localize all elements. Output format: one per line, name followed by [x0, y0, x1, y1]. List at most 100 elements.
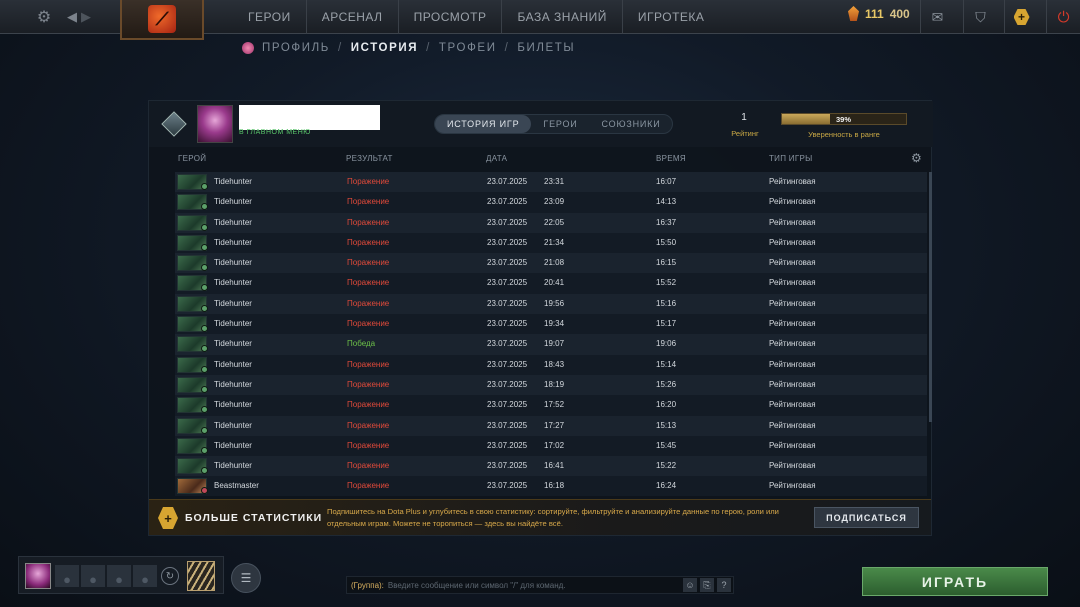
rank-confidence-fill: [782, 114, 831, 124]
dota-plus-button[interactable]: +: [1004, 0, 1038, 34]
nav-arcade[interactable]: ИГРОТЕКА: [623, 0, 720, 34]
match-hero: Tidehunter: [214, 319, 252, 329]
friends-button[interactable]: ☰: [231, 563, 261, 593]
tab-match-history[interactable]: ИСТОРИЯ ИГР: [435, 115, 532, 133]
subnav-trophies[interactable]: ТРОФЕИ: [439, 42, 497, 54]
profile-header: В ГЛАВНОМ МЕНЮ ИСТОРИЯ ИГР ГЕРОИ СОЮЗНИК…: [149, 101, 933, 147]
match-duration: 19:06: [656, 339, 677, 349]
rank-confidence-label: Уверенность в ранге: [808, 130, 880, 139]
table-settings-gear-icon[interactable]: ⚙: [911, 151, 922, 165]
match-hero: Tidehunter: [214, 400, 252, 410]
party-slot-empty[interactable]: ●: [133, 565, 157, 587]
chat-popout-icon[interactable]: ⎘: [700, 578, 714, 592]
tab-allies[interactable]: СОЮЗНИКИ: [590, 115, 673, 133]
match-row[interactable]: Tidehunter Победа 23.07.2025 19:07 19:06 Рейт…: [175, 334, 927, 355]
match-type: Рейтинговая: [769, 339, 816, 349]
currency-display[interactable]: 111 400: [848, 6, 910, 21]
match-result: Поражение: [347, 197, 390, 207]
match-result: Поражение: [347, 258, 390, 268]
party-self-avatar[interactable]: [25, 563, 51, 589]
party-voice-button[interactable]: ↻: [161, 567, 179, 585]
match-result: Победа: [347, 339, 376, 349]
match-row[interactable]: Tidehunter Поражение 23.07.2025 21:34 15:50 Р…: [175, 232, 927, 254]
match-time: 21:34: [544, 237, 565, 247]
match-time: 21:08: [544, 258, 565, 268]
match-row[interactable]: Tidehunter Поражение 23.07.2025 18:19 15:26 Р…: [175, 374, 927, 396]
emoji-icon[interactable]: ☺: [683, 578, 697, 592]
power-icon: ⏻: [1057, 8, 1070, 26]
promo-text: Подпишитесь на Dota Plus и углубитесь в …: [327, 507, 779, 528]
shards-icon: [848, 6, 859, 21]
role-badge-icon: [201, 426, 208, 434]
match-row[interactable]: Tidehunter Поражение 23.07.2025 22:05 16:37 Р…: [175, 212, 927, 233]
match-row[interactable]: Tidehunter Поражение 23.07.2025 23:31 16:07 Р…: [175, 172, 927, 193]
match-hero: Tidehunter: [214, 440, 252, 450]
forward-arrow-icon[interactable]: ▶: [80, 0, 92, 34]
nav-learn[interactable]: БАЗА ЗНАНИЙ: [502, 0, 623, 34]
match-duration: 15:50: [656, 237, 677, 247]
match-list-scrollbar[interactable]: [929, 172, 932, 422]
dota-plus-icon: +: [158, 507, 178, 529]
match-row[interactable]: Tidehunter Поражение 23.07.2025 21:08 16:15 Р…: [175, 253, 927, 274]
nav-watch[interactable]: ПРОСМОТР: [399, 0, 503, 34]
match-history-panel: В ГЛАВНОМ МЕНЮ ИСТОРИЯ ИГР ГЕРОИ СОЮЗНИК…: [148, 100, 933, 536]
column-header-duration[interactable]: ВРЕМЯ: [656, 154, 686, 163]
back-arrow-icon[interactable]: ◀: [66, 0, 78, 34]
match-row[interactable]: Tidehunter Поражение 23.07.2025 17:27 15:13 Р…: [175, 415, 927, 436]
role-badge-icon: [201, 183, 208, 190]
chat-tools: ☺ ⎘ ?: [683, 578, 731, 592]
dota-logo-button[interactable]: ⟋: [120, 0, 204, 40]
match-result: Поражение: [347, 400, 390, 410]
match-row[interactable]: Tidehunter Поражение 23.07.2025 16:41 15:22 Р…: [175, 456, 927, 477]
match-row[interactable]: Tidehunter Поражение 23.07.2025 20:41 15:52 Р…: [175, 273, 927, 294]
match-row[interactable]: Tidehunter Поражение 23.07.2025 18:43 15:14 Р…: [175, 354, 927, 375]
nav-armory[interactable]: АРСЕНАЛ: [307, 0, 399, 34]
party-slot-empty[interactable]: ●: [55, 565, 79, 587]
match-result: Поражение: [347, 177, 390, 186]
subscribe-button[interactable]: ПОДПИСАТЬСЯ: [814, 507, 919, 528]
tab-heroes[interactable]: ГЕРОИ: [531, 115, 589, 133]
match-duration: 15:14: [656, 359, 677, 369]
column-header-hero[interactable]: ГЕРОЙ: [178, 154, 206, 163]
match-hero: Tidehunter: [214, 278, 252, 288]
column-header-date[interactable]: ДАТА: [486, 154, 507, 163]
subnav-profile[interactable]: ПРОФИЛЬ: [262, 42, 330, 54]
match-type: Рейтинговая: [769, 217, 816, 227]
party-banner-item[interactable]: [187, 561, 215, 591]
settings-gear-icon[interactable]: ⚙: [34, 0, 54, 34]
help-icon[interactable]: ?: [717, 578, 731, 592]
match-date: 23.07.2025: [487, 278, 528, 288]
profile-avatar-icon: [242, 42, 254, 54]
profile-subnav: ПРОФИЛЬ / ИСТОРИЯ / ТРОФЕИ / БИЛЕТЫ: [242, 42, 575, 54]
match-duration: 15:17: [656, 319, 677, 329]
battle-pass-button[interactable]: ⛉: [963, 0, 997, 34]
match-row[interactable]: Beastmaster Поражение 23.07.2025 16:18 16:24…: [175, 476, 927, 496]
subnav-tickets[interactable]: БИЛЕТЫ: [517, 42, 575, 54]
exit-button[interactable]: ⏻: [1046, 0, 1080, 34]
match-row[interactable]: Tidehunter Поражение 23.07.2025 23:09 14:13 Р…: [175, 192, 927, 213]
match-row[interactable]: Tidehunter Поражение 23.07.2025 19:34 15:17 Р…: [175, 314, 927, 335]
chat-input-bar[interactable]: (Группа): Введите сообщение или символ "…: [346, 576, 734, 594]
match-result: Поражение: [347, 298, 390, 308]
party-slot-empty[interactable]: ●: [107, 565, 131, 587]
column-header-game-type[interactable]: ТИП ИГРЫ: [769, 154, 813, 163]
match-row[interactable]: Tidehunter Поражение 23.07.2025 19:56 15:16 Р…: [175, 293, 927, 315]
mail-button[interactable]: ✉: [920, 0, 954, 34]
chat-channel-label[interactable]: (Группа):: [351, 581, 384, 590]
role-badge-icon: [201, 365, 208, 373]
match-type: Рейтинговая: [769, 177, 816, 186]
match-result: Поражение: [347, 319, 390, 329]
match-row[interactable]: Tidehunter Поражение 23.07.2025 17:52 16:20 Р…: [175, 395, 927, 416]
party-slot-empty[interactable]: ●: [81, 565, 105, 587]
match-type: Рейтинговая: [769, 481, 816, 491]
match-row[interactable]: Tidehunter Поражение 23.07.2025 17:02 15:45 Р…: [175, 435, 927, 457]
column-header-result[interactable]: РЕЗУЛЬТАТ: [346, 154, 393, 163]
match-duration: 15:45: [656, 440, 677, 450]
player-avatar[interactable]: [197, 105, 233, 143]
subnav-history[interactable]: ИСТОРИЯ: [351, 42, 418, 54]
nav-heroes[interactable]: ГЕРОИ: [233, 0, 307, 34]
gold-amount: 400: [889, 6, 910, 21]
play-button[interactable]: ИГРАТЬ: [862, 567, 1048, 596]
match-date: 23.07.2025: [487, 481, 528, 491]
person-icon: ●: [141, 572, 149, 587]
